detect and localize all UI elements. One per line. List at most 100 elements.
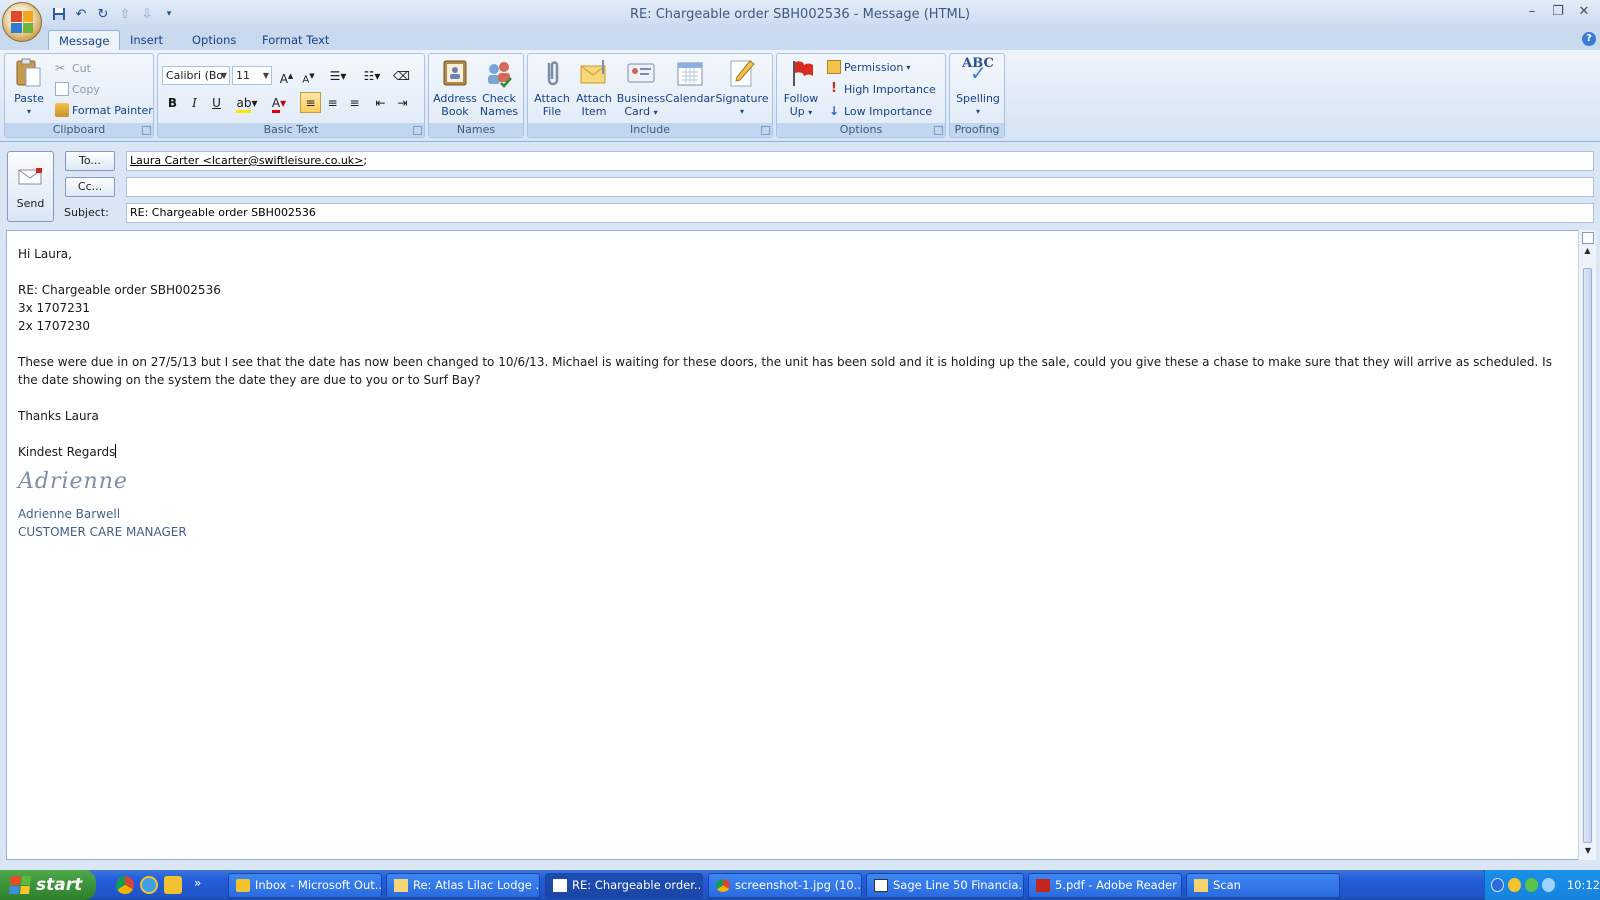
tab-insert[interactable]: Insert (120, 30, 173, 50)
regards-line: Kindest Regards (18, 444, 117, 459)
attach-item-button[interactable]: Attach Item (572, 57, 616, 118)
font-name-combo[interactable]: Calibri (Bo ▼ (162, 66, 230, 85)
calendar-icon (677, 62, 703, 86)
subject-field[interactable]: RE: Chargeable order SBH002536 (126, 203, 1594, 223)
paste-icon (16, 58, 41, 87)
options-group-label: Options (777, 123, 945, 137)
scroll-down-icon[interactable]: ▼ (1580, 844, 1596, 858)
clipboard-group: Paste ▾ ✂ Cut Copy Format Painter Clipbo… (4, 53, 154, 138)
taskbar-item-sage[interactable]: Sage Line 50 Financia... (866, 873, 1024, 898)
clear-formatting-icon[interactable]: ⌫ (391, 65, 412, 86)
cut-button[interactable]: ✂ Cut (55, 59, 91, 77)
close-icon[interactable]: ✕ (1576, 4, 1592, 20)
message-content[interactable]: Hi Laura, RE: Chargeable order SBH002536… (18, 245, 1558, 541)
folder-icon (1194, 879, 1208, 892)
scroll-up-icon[interactable]: ▲ (1580, 244, 1596, 258)
envelope-icon (580, 60, 606, 84)
copy-button[interactable]: Copy (55, 80, 100, 98)
basic-text-dialog-launcher[interactable] (413, 126, 422, 135)
increase-indent-icon[interactable]: ⇥ (392, 92, 413, 113)
internet-explorer-icon[interactable] (140, 876, 158, 894)
spelling-icon: ABC ✓ (962, 56, 994, 85)
high-importance-button[interactable]: ! High Importance (827, 80, 936, 98)
tab-options[interactable]: Options (182, 30, 246, 50)
align-right-icon[interactable]: ≡ (344, 92, 365, 113)
cc-field[interactable] (126, 177, 1594, 197)
restore-icon[interactable]: ❐ (1550, 4, 1566, 20)
pdf-icon (1036, 879, 1050, 892)
chrome-icon (716, 879, 730, 892)
attach-file-button[interactable]: Attach File (530, 57, 574, 118)
check-names-button[interactable]: Check Names (477, 57, 521, 118)
options-dialog-launcher[interactable] (934, 126, 943, 135)
to-button[interactable]: To... (65, 151, 115, 171)
text-cursor (115, 444, 117, 458)
font-color-icon[interactable]: A▾ (264, 92, 294, 113)
send-envelope-icon (18, 168, 42, 185)
envelope-icon (394, 879, 408, 892)
vertical-scrollbar[interactable]: ▲ ▼ (1578, 230, 1596, 860)
taskbar-item-screenshot[interactable]: screenshot-1.jpg (10... (708, 873, 862, 898)
thanks-line: Thanks Laura (18, 409, 99, 423)
low-importance-button[interactable]: ↓ Low Importance (827, 102, 932, 120)
clock: 10:12 (1566, 878, 1600, 892)
message-header: Send To... Cc... Subject: Laura Carter <… (0, 143, 1600, 228)
chrome-icon[interactable] (116, 876, 134, 894)
recipient-separator: ; (363, 154, 368, 167)
bold-button[interactable]: B (162, 92, 183, 113)
network-icon[interactable] (1525, 878, 1538, 892)
align-center-icon[interactable]: ≡ (322, 92, 343, 113)
tab-format-text[interactable]: Format Text (252, 30, 339, 50)
signature-button[interactable]: Signature ▾ (714, 57, 770, 118)
scroll-thumb[interactable] (1583, 268, 1592, 843)
align-left-icon[interactable]: ≡ (300, 92, 321, 113)
decrease-indent-icon[interactable]: ⇤ (370, 92, 391, 113)
taskbar-item-chargeable-order[interactable]: RE: Chargeable order... (545, 873, 703, 898)
grow-font-icon[interactable]: A▲ (276, 65, 297, 86)
window-title: RE: Chargeable order SBH002536 - Message… (629, 7, 971, 22)
help-icon[interactable]: ? (1582, 32, 1596, 46)
permission-button[interactable]: Permission ▾ (827, 58, 910, 76)
signature-icon (730, 60, 755, 87)
spelling-button[interactable]: ABC ✓ Spelling ▾ (954, 57, 1002, 118)
cc-button[interactable]: Cc... (65, 177, 115, 197)
follow-up-button[interactable]: Follow Up ▾ (779, 57, 823, 119)
highlight-icon[interactable]: ab▾ (232, 92, 262, 113)
outlook-tray-icon[interactable] (1508, 878, 1521, 892)
handwritten-signature: Adrienne (18, 469, 128, 494)
taskbar-item-adobe-reader[interactable]: 5.pdf - Adobe Reader (1028, 873, 1182, 898)
taskbar: start » Inbox - Microsoft Out... Re: Atl… (0, 870, 1600, 900)
minimize-icon[interactable]: – (1524, 4, 1540, 20)
shrink-font-icon[interactable]: A▼ (298, 65, 319, 86)
order-line: 2x 1707230 (18, 319, 90, 333)
business-card-button[interactable]: Business Card ▾ (616, 57, 666, 119)
include-dialog-launcher[interactable] (761, 126, 770, 135)
start-button[interactable]: start (0, 870, 96, 900)
office-button[interactable] (2, 2, 42, 42)
italic-button[interactable]: I (184, 92, 205, 113)
calendar-button[interactable]: Calendar (664, 57, 716, 105)
outlook-icon[interactable] (164, 876, 182, 894)
send-button[interactable]: Send (7, 151, 54, 222)
sage-icon (874, 879, 888, 892)
message-body[interactable]: Hi Laura, RE: Chargeable order SBH002536… (6, 230, 1580, 860)
taskbar-item-scan[interactable]: Scan (1186, 873, 1340, 898)
show-hidden-icons-icon[interactable] (1491, 878, 1505, 892)
clipboard-dialog-launcher[interactable] (142, 126, 151, 135)
recipient-chip[interactable]: Laura Carter <lcarter@swiftleisure.co.uk… (130, 154, 363, 167)
numbering-icon[interactable]: ☷▾ (357, 65, 387, 86)
tab-message[interactable]: Message (48, 30, 121, 50)
to-field[interactable]: Laura Carter <lcarter@swiftleisure.co.uk… (126, 151, 1594, 171)
taskbar-item-inbox[interactable]: Inbox - Microsoft Out... (228, 873, 382, 898)
font-size-combo[interactable]: 11 ▼ (232, 66, 272, 85)
chevron-right-icon[interactable]: » (194, 876, 201, 894)
format-painter-button[interactable]: Format Painter (55, 101, 153, 119)
paste-button[interactable]: Paste ▾ (9, 57, 49, 118)
ruler-toggle-icon[interactable] (1581, 232, 1594, 244)
bullets-icon[interactable]: ☰▾ (323, 65, 353, 86)
include-group-label: Include (528, 123, 772, 137)
address-book-button[interactable]: Address Book (433, 57, 477, 118)
underline-button[interactable]: U (206, 92, 227, 113)
security-icon[interactable] (1541, 878, 1555, 892)
taskbar-item-atlas[interactable]: Re: Atlas Lilac Lodge ... (386, 873, 540, 898)
